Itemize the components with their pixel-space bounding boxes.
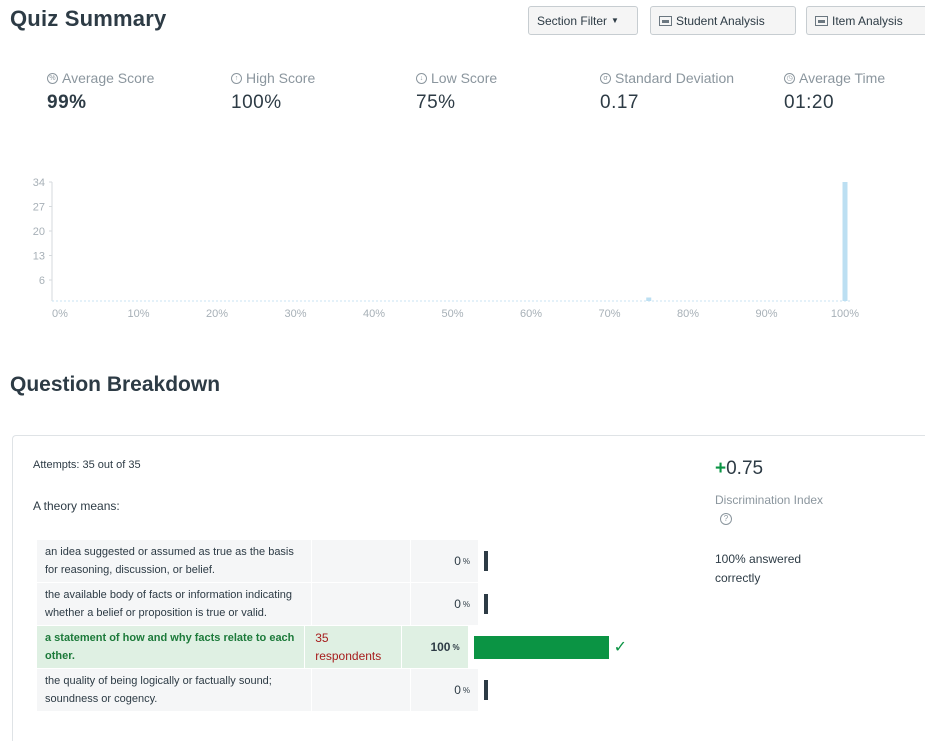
answer-bar-cell [478, 540, 627, 582]
answer-bar [473, 635, 609, 659]
clock-icon: ◷ [784, 72, 795, 84]
stat-label: Standard Deviation [615, 70, 735, 86]
percent-sign: % [452, 642, 460, 652]
histogram-bar [646, 297, 652, 301]
question-breakdown-title: Question Breakdown [10, 373, 221, 396]
stat-standard-deviation: σ Standard Deviation 0.17 [600, 70, 734, 114]
stat-low-score: ↓ Low Score 75% [416, 70, 497, 114]
y-tick-label: 27 [33, 202, 45, 214]
x-tick-label: 20% [206, 308, 228, 320]
x-tick-label: 40% [363, 308, 385, 320]
stat-average-score: % Average Score 99% [47, 70, 154, 114]
attempts-text: Attempts: 35 out of 35 [33, 459, 141, 471]
x-tick-label: 10% [127, 308, 149, 320]
question-text: A theory means: [33, 499, 120, 513]
stat-value: 100% [231, 92, 282, 113]
percent-sign: % [462, 599, 470, 609]
question-card: Attempts: 35 out of 35 A theory means: a… [12, 435, 925, 741]
answer-table: an idea suggested or assumed as true as … [37, 540, 627, 712]
discrimination-number: 0.75 [726, 458, 764, 479]
answer-bar [484, 680, 488, 700]
stat-label: Average Time [799, 70, 886, 86]
help-icon[interactable]: ? [720, 513, 732, 525]
y-tick-label: 34 [33, 177, 45, 189]
section-filter-label: Section Filter [537, 13, 608, 28]
checkmark-icon: ✓ [613, 639, 627, 656]
answer-percent-value: 0 [454, 683, 461, 697]
answer-text: a statement of how and why facts relate … [37, 626, 305, 668]
answer-text: the quality of being logically or factua… [37, 669, 311, 711]
y-tick-label: 20 [33, 226, 45, 238]
answer-row: the available body of facts or informati… [37, 583, 627, 626]
stat-average-time: ◷ Average Time 01:20 [784, 70, 885, 114]
histogram-bar [842, 182, 848, 301]
report-icon [659, 15, 672, 26]
answer-percent: 0% [411, 540, 478, 582]
answered-correctly-text: 100% answered correctly [715, 552, 802, 585]
item-analysis-button[interactable]: Item Analysis [806, 6, 925, 35]
discrimination-sign: + [715, 458, 727, 479]
x-tick-label: 90% [755, 308, 777, 320]
answer-bar-cell [478, 669, 627, 711]
student-analysis-label: Student Analysis [676, 13, 765, 28]
answer-percent-value: 100 [430, 640, 451, 654]
answer-percent: 100% [402, 626, 468, 668]
answer-respondents [312, 669, 410, 711]
discrimination-index-label: Discrimination Index [715, 493, 824, 507]
x-tick-label: 0% [52, 308, 68, 320]
discrimination-index-value: +0.75 [715, 458, 763, 480]
answer-respondents[interactable]: 35 respondents [305, 626, 402, 668]
stat-label: Low Score [431, 70, 498, 86]
answer-row: an idea suggested or assumed as true as … [37, 540, 627, 583]
x-tick-label: 50% [441, 308, 463, 320]
caret-down-icon: ▼ [611, 16, 619, 25]
x-tick-label: 80% [677, 308, 699, 320]
section-filter-button[interactable]: Section Filter ▼ [528, 6, 638, 35]
y-tick-label: 13 [33, 251, 45, 263]
percent-sign: % [462, 556, 470, 566]
y-tick-label: 6 [39, 275, 45, 287]
student-analysis-button[interactable]: Student Analysis [650, 6, 796, 35]
stat-value: 01:20 [784, 92, 835, 113]
item-analysis-label: Item Analysis [832, 13, 903, 28]
answer-respondents [312, 540, 410, 582]
answer-bar-cell [478, 583, 627, 625]
sigma-circle-icon: σ [600, 72, 611, 84]
report-icon [815, 15, 828, 26]
answer-row: the quality of being logically or factua… [37, 669, 627, 712]
stat-value: 99% [47, 92, 87, 113]
stat-label: High Score [246, 70, 316, 86]
percent-circle-icon: % [47, 72, 58, 84]
percent-sign: % [462, 685, 470, 695]
stat-high-score: ↑ High Score 100% [231, 70, 315, 114]
arrow-down-circle-icon: ↓ [416, 72, 427, 84]
x-tick-label: 60% [520, 308, 542, 320]
answer-percent: 0% [411, 583, 478, 625]
x-tick-label: 100% [831, 308, 859, 320]
answer-percent: 0% [411, 669, 478, 711]
stat-value: 75% [416, 92, 456, 113]
x-tick-label: 30% [284, 308, 306, 320]
answer-bar-cell: ✓ [468, 626, 627, 668]
stat-value: 0.17 [600, 92, 639, 113]
answer-text: an idea suggested or assumed as true as … [37, 540, 311, 582]
answer-percent-value: 0 [454, 554, 461, 568]
answer-row-correct: a statement of how and why facts relate … [37, 626, 627, 669]
answer-text: the available body of facts or informati… [37, 583, 311, 625]
score-histogram: 3427201360% 10% 20% 30% 40% 50% 60% 70% 80% 90% 10… [33, 177, 860, 320]
stat-label: Average Score [62, 70, 155, 86]
answer-bar [484, 551, 488, 571]
arrow-up-circle-icon: ↑ [231, 72, 242, 84]
x-tick-label: 70% [598, 308, 620, 320]
answer-percent-value: 0 [454, 597, 461, 611]
answer-bar [484, 594, 488, 614]
page-title: Quiz Summary [10, 6, 167, 31]
answer-respondents [312, 583, 410, 625]
